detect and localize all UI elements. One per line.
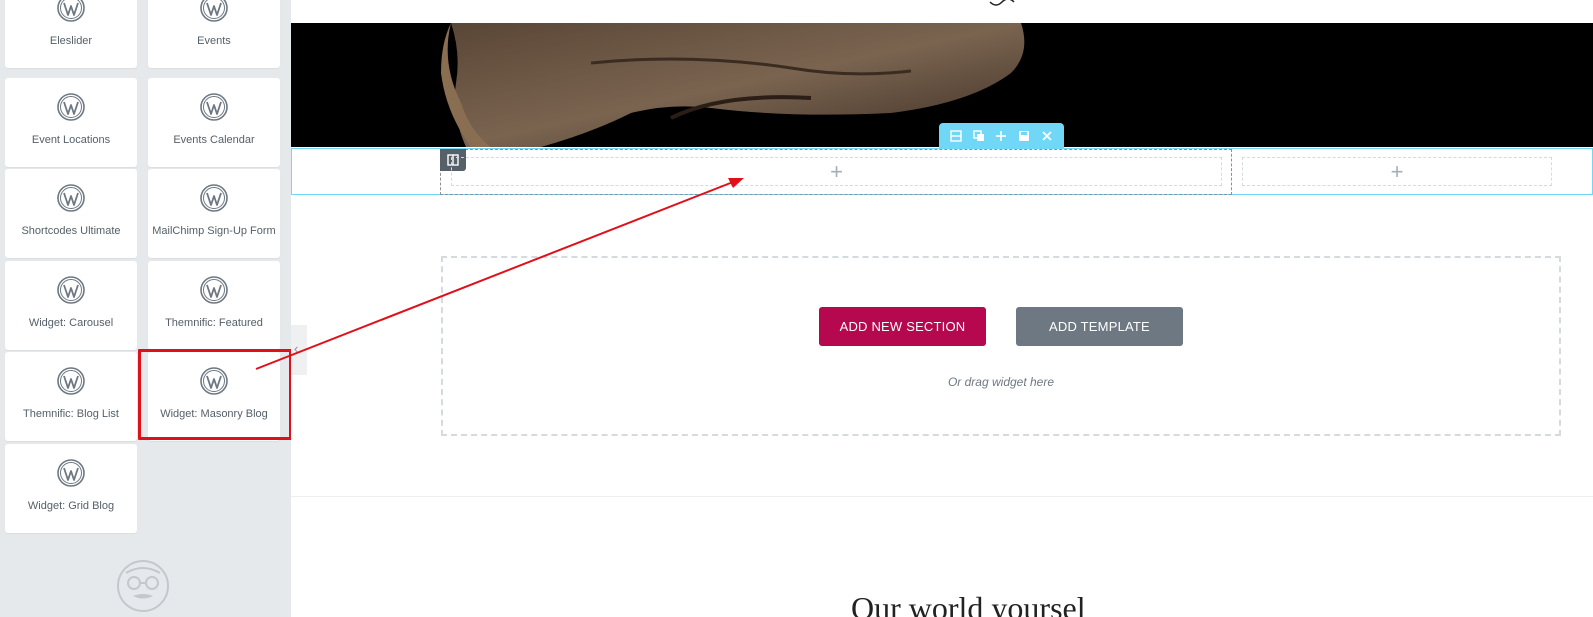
wordpress-icon [57, 184, 85, 212]
save-icon[interactable] [1017, 129, 1031, 143]
add-icon[interactable] [994, 129, 1008, 143]
widget-label: Shortcodes Ultimate [21, 225, 121, 237]
widget-event-locations[interactable]: Event Locations [5, 78, 137, 167]
add-section-dropzone[interactable] [441, 256, 1561, 436]
wordpress-icon [57, 367, 85, 395]
widget-mailchimp-signup[interactable]: MailChimp Sign-Up Form [148, 169, 280, 258]
wordpress-icon [200, 0, 228, 22]
widget-panel: Eleslider Events Event Locations Events … [0, 0, 291, 617]
drag-hint-text: Or drag widget here [947, 375, 1055, 389]
widget-eleslider[interactable]: Eleslider [5, 0, 137, 68]
page-heading-partial: Our world yoursel [851, 590, 1086, 617]
wordpress-icon [57, 0, 85, 22]
widget-label: Widget: Grid Blog [27, 500, 115, 512]
wordpress-icon [57, 276, 85, 304]
widget-label: Event Locations [31, 134, 111, 146]
wordpress-icon [200, 276, 228, 304]
widget-carousel[interactable]: Widget: Carousel [5, 261, 137, 350]
widget-themnific-featured[interactable]: Themnific: Featured [148, 261, 280, 350]
widget-grid-blog[interactable]: Widget: Grid Blog [5, 444, 137, 533]
widget-label: MailChimp Sign-Up Form [152, 225, 276, 237]
logo-fragment [989, 0, 1015, 6]
widget-label: Themnific: Featured [165, 317, 263, 329]
widget-label: Themnific: Blog List [23, 408, 119, 420]
wordpress-icon [57, 459, 85, 487]
widget-label: Events [197, 35, 231, 47]
add-new-section-button[interactable]: ADD NEW SECTION [819, 307, 986, 346]
editor-canvas: + + ADD NEW SECTION ADD TEMPLATE Or drag… [291, 0, 1593, 617]
annotation-highlight-box [138, 349, 291, 440]
wordpress-icon [57, 93, 85, 121]
widget-themnific-blog-list[interactable]: Themnific: Blog List [5, 352, 137, 441]
add-template-button[interactable]: ADD TEMPLATE [1016, 307, 1183, 346]
widget-label: Events Calendar [173, 134, 255, 146]
wordpress-icon [200, 93, 228, 121]
widget-label: Widget: Carousel [28, 317, 114, 329]
add-widget-slot-left[interactable]: + [451, 157, 1222, 186]
close-icon[interactable] [1040, 129, 1054, 143]
content-divider [291, 496, 1593, 497]
widget-events-calendar[interactable]: Events Calendar [148, 78, 280, 167]
add-widget-slot-right[interactable]: + [1242, 157, 1552, 186]
duplicate-icon[interactable] [972, 129, 986, 143]
plus-icon: + [830, 158, 843, 184]
section-toolbar [939, 123, 1064, 148]
widget-shortcodes-ultimate[interactable]: Shortcodes Ultimate [5, 169, 137, 258]
wordpress-icon [200, 184, 228, 212]
plus-icon: + [1390, 158, 1404, 184]
widget-label: Eleslider [49, 35, 93, 47]
columns-icon[interactable] [949, 129, 963, 143]
widget-events[interactable]: Events [148, 0, 280, 68]
elementor-mascot-icon [117, 560, 169, 612]
